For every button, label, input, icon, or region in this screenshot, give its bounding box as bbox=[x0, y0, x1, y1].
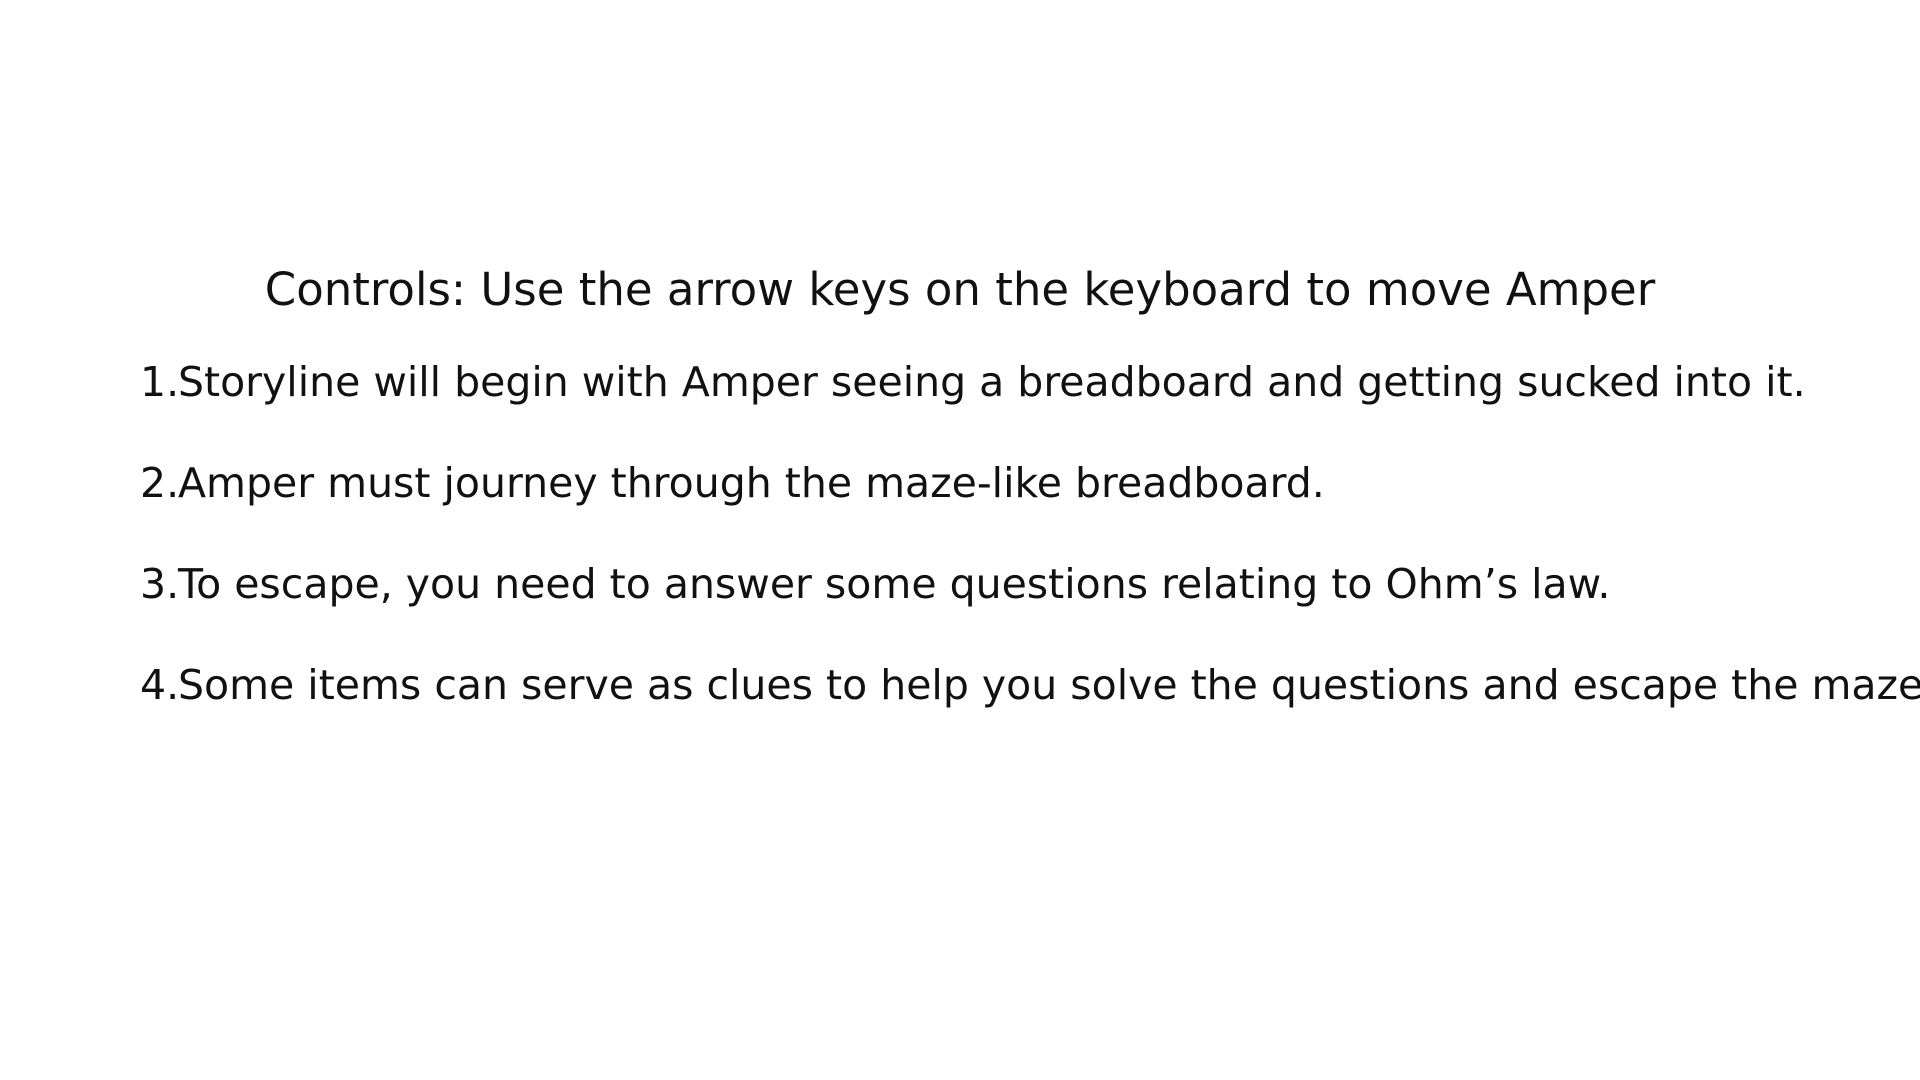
list-item-text: Amper must journey through the maze-like… bbox=[178, 459, 1325, 507]
list-item-text: To escape, you need to answer some quest… bbox=[178, 560, 1611, 608]
list-item-number: 4. bbox=[140, 661, 180, 709]
list-item-text: Some items can serve as clues to help yo… bbox=[178, 661, 1920, 709]
list-item-number: 2. bbox=[140, 459, 180, 507]
list-item-text: Storyline will begin with Amper seeing a… bbox=[178, 358, 1806, 406]
storyline-list: 1. Storyline will begin with Amper seein… bbox=[140, 354, 1920, 758]
slide: Controls: Use the arrow keys on the keyb… bbox=[0, 0, 1920, 1080]
list-item: 4. Some items can serve as clues to help… bbox=[140, 657, 1920, 758]
controls-heading: Controls: Use the arrow keys on the keyb… bbox=[264, 263, 1656, 316]
list-item-number: 1. bbox=[140, 358, 180, 406]
list-item: 1. Storyline will begin with Amper seein… bbox=[140, 354, 1920, 455]
list-item: 3. To escape, you need to answer some qu… bbox=[140, 556, 1920, 657]
list-item: 2. Amper must journey through the maze-l… bbox=[140, 455, 1920, 556]
list-item-number: 3. bbox=[140, 560, 180, 608]
